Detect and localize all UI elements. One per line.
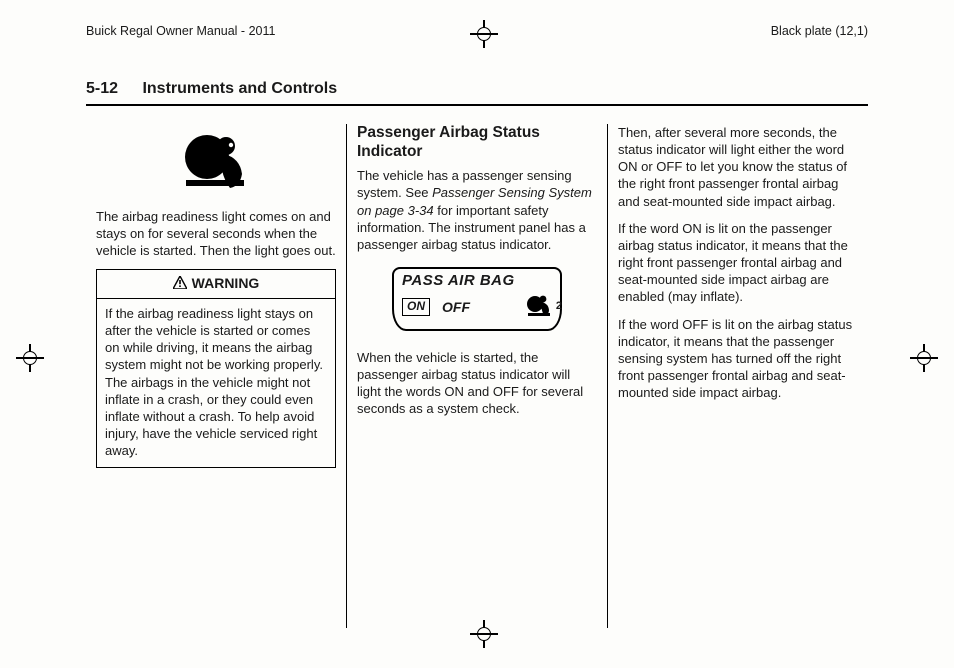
warning-label: WARNING bbox=[192, 275, 260, 291]
indicator-airbag-icon: 2 bbox=[526, 293, 552, 321]
passenger-intro-text: The vehicle has a passenger sensing syst… bbox=[357, 167, 597, 253]
page: Buick Regal Owner Manual - 2011 Black pl… bbox=[0, 0, 954, 668]
page-number: 5-12 bbox=[86, 80, 138, 98]
header-left: Buick Regal Owner Manual - 2011 bbox=[86, 24, 275, 38]
warning-body: If the airbag readiness light stays on a… bbox=[97, 299, 335, 467]
warning-triangle-icon bbox=[173, 275, 187, 293]
column-layout: The airbag readiness light comes on and … bbox=[86, 124, 868, 628]
on-meaning-text: If the word ON is lit on the passenger a… bbox=[618, 220, 858, 306]
registration-mark-right bbox=[910, 344, 938, 372]
registration-mark-left bbox=[16, 344, 44, 372]
indicator-title: PASS AIR BAG bbox=[402, 271, 552, 291]
indicator-number: 2 bbox=[556, 299, 562, 314]
section-heading: Passenger Airbag Status Indicator bbox=[357, 124, 597, 161]
chapter-bar: 5-12 Instruments and Controls bbox=[86, 80, 868, 106]
airbag-intro-text: The airbag readiness light comes on and … bbox=[96, 208, 336, 259]
warning-header: WARNING bbox=[97, 270, 335, 298]
off-meaning-text: If the word OFF is lit on the airbag sta… bbox=[618, 316, 858, 402]
indicator-off-label: OFF bbox=[442, 298, 470, 316]
airbag-icon bbox=[180, 130, 252, 190]
warning-box: WARNING If the airbag readiness light st… bbox=[96, 269, 336, 468]
column-3: Then, after several more seconds, the st… bbox=[608, 124, 868, 628]
column-1: The airbag readiness light comes on and … bbox=[86, 124, 346, 628]
running-header: Buick Regal Owner Manual - 2011 Black pl… bbox=[86, 24, 868, 38]
pass-air-bag-indicator: PASS AIR BAG ON OFF 2 bbox=[392, 267, 562, 331]
status-behavior-text: Then, after several more seconds, the st… bbox=[618, 124, 858, 210]
header-right: Black plate (12,1) bbox=[771, 24, 868, 38]
column-2: Passenger Airbag Status Indicator The ve… bbox=[346, 124, 608, 628]
chapter-title: Instruments and Controls bbox=[142, 80, 337, 97]
indicator-on-label: ON bbox=[402, 298, 430, 316]
system-check-text: When the vehicle is started, the passeng… bbox=[357, 349, 597, 418]
